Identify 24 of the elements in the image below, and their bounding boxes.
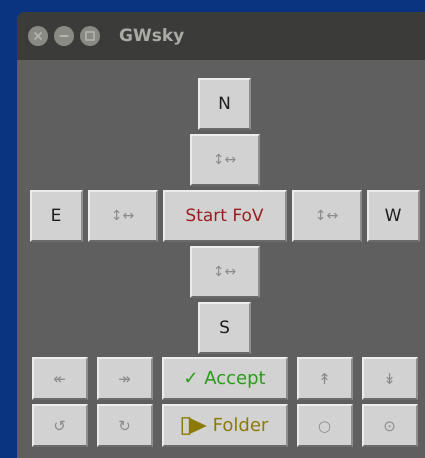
control-button[interactable]: ↠ xyxy=(96,357,152,400)
control-button[interactable]: ↞ xyxy=(32,357,88,400)
adjust-button[interactable]: ↕↔ xyxy=(292,190,362,242)
control-button[interactable]: ⊙ xyxy=(362,404,418,447)
control-button[interactable]: ↻ xyxy=(96,404,152,447)
direction-button[interactable]: E xyxy=(30,190,82,242)
direction-button[interactable]: W xyxy=(366,190,420,242)
control-button[interactable]: ↺ xyxy=(32,404,88,447)
adjust-button[interactable]: ↕↔ xyxy=(190,134,260,186)
window-title: GWsky xyxy=(119,26,184,46)
adjust-button[interactable]: ↕↔ xyxy=(190,246,260,298)
close-icon[interactable] xyxy=(27,25,49,47)
folder-arrow-icon xyxy=(180,416,209,436)
maximize-icon[interactable] xyxy=(79,25,101,47)
direction-button[interactable]: N xyxy=(198,78,251,130)
direction-button[interactable]: S xyxy=(198,302,251,354)
adjust-button[interactable]: ↕↔ xyxy=(88,190,158,242)
start-fov-button[interactable]: Start FoV xyxy=(162,190,286,242)
control-button[interactable]: ○ xyxy=(296,404,352,447)
folder-button[interactable]: Folder xyxy=(162,404,288,447)
accept-button[interactable]: ✓ Accept xyxy=(162,357,288,400)
control-button[interactable]: ↟ xyxy=(296,357,352,400)
minimize-icon[interactable] xyxy=(53,25,75,47)
control-button[interactable]: ↡ xyxy=(362,357,418,400)
